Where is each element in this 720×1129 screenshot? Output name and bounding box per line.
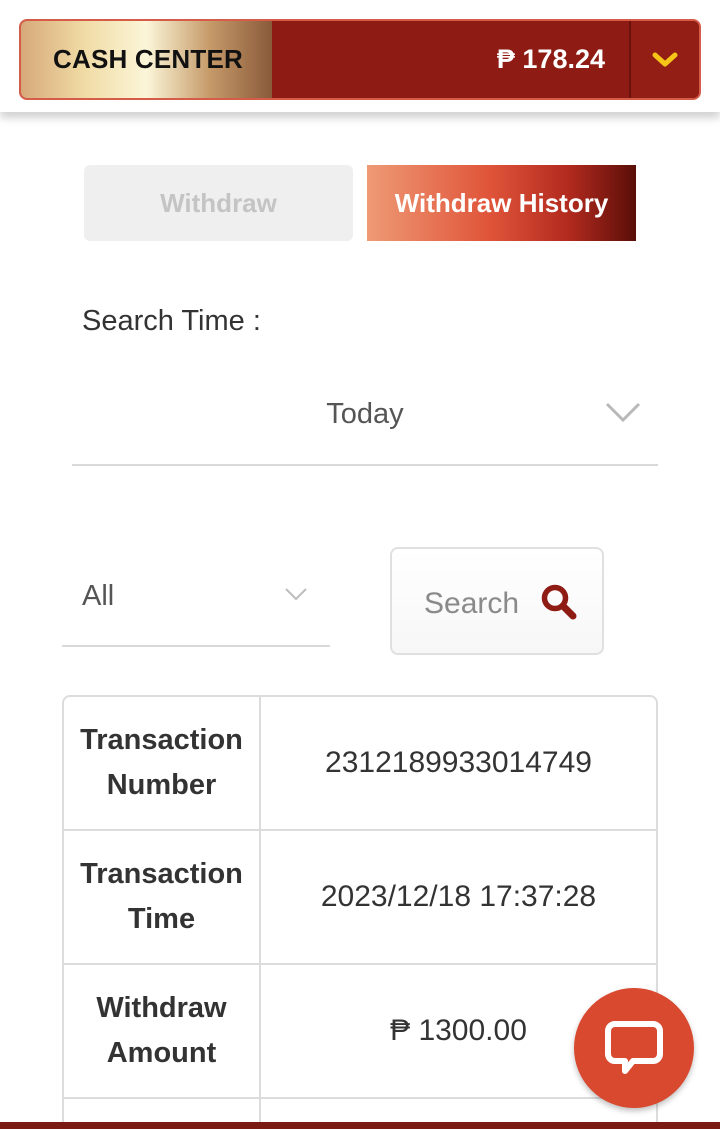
transaction-number-label: Transaction Number	[64, 697, 261, 829]
page: CASH CENTER ₱ 178.24 Withdraw Withdraw H…	[0, 0, 720, 1129]
live-chat-button[interactable]	[574, 988, 694, 1108]
transaction-detail-table: Transaction Number 2312189933014749 Tran…	[62, 695, 658, 1129]
search-time-label: Search Time :	[82, 305, 261, 337]
chevron-down-icon	[285, 588, 307, 601]
withdraw-amount-label: Withdraw Amount	[64, 965, 261, 1097]
cash-center-dropdown-button[interactable]	[629, 21, 699, 98]
header-strip: CASH CENTER ₱ 178.24	[0, 0, 720, 112]
chat-bubble-icon	[605, 1021, 663, 1074]
table-row: Withdraw Amount ₱ 1300.00	[64, 965, 656, 1099]
chevron-down-icon	[605, 402, 641, 423]
transaction-time-value: 2023/12/18 17:37:28	[320, 880, 597, 913]
chevron-down-icon	[652, 52, 678, 66]
cash-center-bar[interactable]: CASH CENTER ₱ 178.24	[19, 19, 701, 100]
status-value: All	[82, 580, 115, 612]
transaction-time-label: Transaction Time	[64, 831, 261, 963]
status-select[interactable]: All	[62, 550, 330, 647]
time-range-select[interactable]: Today	[72, 380, 658, 466]
bottom-navigation-edge	[0, 1122, 720, 1129]
search-icon	[541, 584, 577, 620]
transaction-number-value: 2312189933014749	[325, 746, 592, 779]
search-button[interactable]: Search	[390, 547, 604, 655]
table-row: Transaction Number 2312189933014749	[64, 697, 656, 831]
balance-amount: ₱ 178.24	[272, 21, 629, 98]
tab-withdraw-history[interactable]: Withdraw History	[367, 165, 636, 241]
time-range-value: Today	[326, 398, 404, 430]
cash-center-label: CASH CENTER	[21, 21, 272, 98]
search-button-label: Search	[424, 587, 520, 620]
tab-withdraw[interactable]: Withdraw	[84, 165, 353, 241]
table-row: Transaction Time 2023/12/18 17:37:28	[64, 831, 656, 965]
